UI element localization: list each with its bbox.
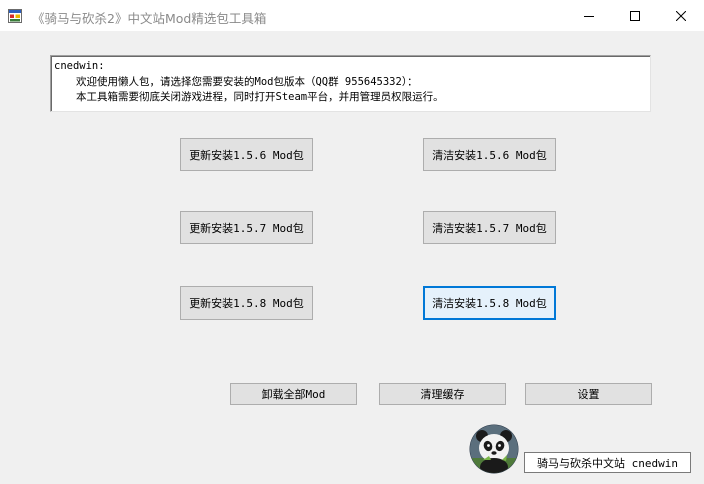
close-button[interactable] bbox=[658, 0, 704, 31]
window-title: 《骑马与砍杀2》中文站Mod精选包工具箱 bbox=[32, 11, 267, 26]
app-window-icon bbox=[8, 9, 22, 23]
update-install-158-button[interactable]: 更新安装1.5.8 Mod包 bbox=[180, 286, 313, 320]
uninstall-all-mods-button[interactable]: 卸载全部Mod bbox=[230, 383, 357, 405]
info-textbox[interactable]: cnedwin: 欢迎使用懒人包，请选择您需要安装的Mod包版本（QQ群 955… bbox=[50, 55, 651, 112]
settings-button[interactable]: 设置 bbox=[525, 383, 652, 405]
maximize-icon bbox=[630, 10, 640, 21]
minimize-icon bbox=[584, 15, 594, 17]
title-bar: 《骑马与砍杀2》中文站Mod精选包工具箱 bbox=[0, 0, 704, 31]
info-line-welcome: 欢迎使用懒人包，请选择您需要安装的Mod包版本（QQ群 955645332）： bbox=[76, 75, 418, 88]
info-line-author: cnedwin: bbox=[54, 60, 105, 72]
clean-install-156-button[interactable]: 清洁安装1.5.6 Mod包 bbox=[423, 138, 556, 171]
info-line-notice: 本工具箱需要彻底关闭游戏进程，同时打开Steam平台，并用管理员权限运行。 bbox=[76, 91, 444, 103]
panda-avatar bbox=[469, 424, 519, 474]
close-icon bbox=[676, 10, 686, 21]
update-install-157-button[interactable]: 更新安装1.5.7 Mod包 bbox=[180, 211, 313, 244]
clean-install-158-button[interactable]: 清洁安装1.5.8 Mod包 bbox=[423, 286, 556, 320]
update-install-156-button[interactable]: 更新安装1.5.6 Mod包 bbox=[180, 138, 313, 171]
clean-install-157-button[interactable]: 清洁安装1.5.7 Mod包 bbox=[423, 211, 556, 244]
maximize-button[interactable] bbox=[612, 0, 658, 31]
site-label: 骑马与砍杀中文站 cnedwin bbox=[524, 452, 691, 473]
clear-cache-button[interactable]: 清理缓存 bbox=[379, 383, 506, 405]
minimize-button[interactable] bbox=[566, 0, 612, 31]
